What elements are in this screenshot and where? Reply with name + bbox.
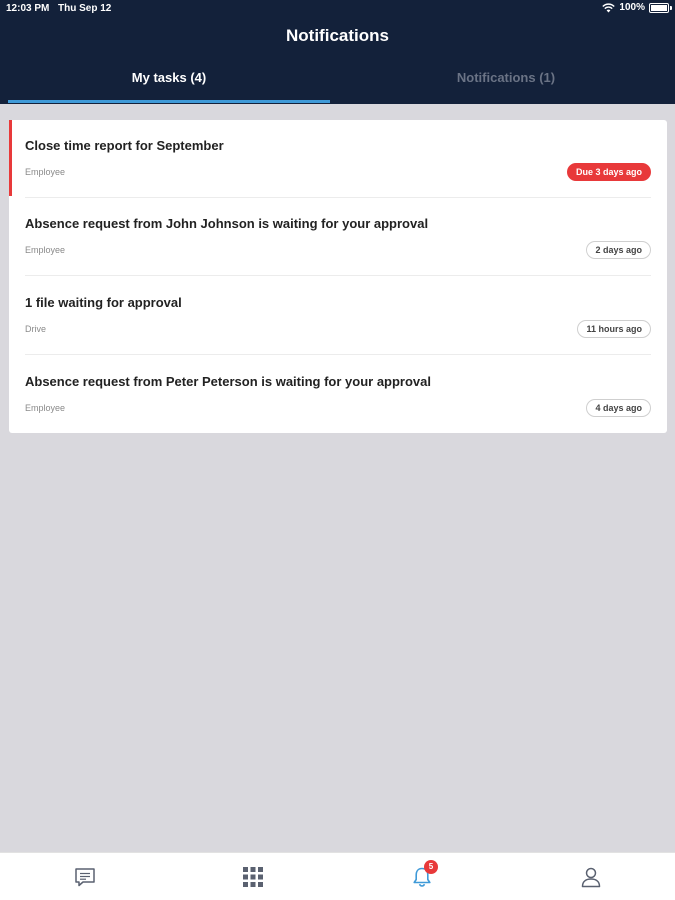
- nav-notifications[interactable]: 5: [410, 860, 438, 889]
- tab-notifications[interactable]: Notifications (1): [345, 70, 667, 104]
- task-title: Close time report for September: [25, 138, 224, 153]
- nav-profile[interactable]: [579, 865, 603, 889]
- bottom-navigation: 5: [0, 852, 675, 900]
- task-item[interactable]: Close time report for September Employee…: [9, 120, 667, 198]
- chat-icon: [75, 868, 95, 887]
- task-source: Employee: [25, 167, 66, 177]
- user-profile-icon: [581, 867, 601, 888]
- task-source: Employee: [25, 403, 66, 413]
- status-date: Thu Sep 12: [58, 3, 112, 14]
- tab-my-tasks[interactable]: My tasks (4): [8, 70, 330, 104]
- task-source: Employee: [25, 245, 66, 255]
- time-badge: 11 hours ago: [577, 320, 651, 338]
- task-item[interactable]: 1 file waiting for approval Drive 11 hou…: [9, 277, 667, 355]
- wifi-icon: [602, 2, 616, 12]
- task-list: Close time report for September Employee…: [9, 120, 667, 433]
- due-badge: Due 3 days ago: [566, 163, 651, 181]
- notification-count-badge: 5: [424, 860, 438, 874]
- task-title: Absence request from John Johnson is wai…: [25, 216, 429, 231]
- active-tab-indicator: [8, 100, 330, 103]
- time-badge: 4 days ago: [586, 399, 651, 417]
- nav-chat[interactable]: [73, 865, 97, 889]
- task-title: 1 file waiting for approval: [25, 295, 182, 310]
- task-source: Drive: [25, 324, 47, 334]
- header-bar: 12:03 PM Thu Sep 12 100% Notifications M…: [0, 0, 675, 104]
- divider: [25, 275, 651, 276]
- status-bar: 12:03 PM Thu Sep 12 100%: [0, 0, 675, 18]
- divider: [25, 354, 651, 355]
- status-time: 12:03 PM: [6, 3, 50, 14]
- task-item[interactable]: Absence request from John Johnson is wai…: [9, 198, 667, 276]
- battery-percent: 100%: [619, 2, 645, 13]
- nav-apps[interactable]: [241, 865, 265, 889]
- apps-grid-icon: [243, 867, 263, 887]
- task-title: Absence request from Peter Peterson is w…: [25, 374, 431, 389]
- time-badge: 2 days ago: [586, 241, 651, 259]
- status-indicators: 100%: [602, 2, 672, 13]
- overdue-indicator: [9, 120, 12, 196]
- page-title: Notifications: [286, 26, 389, 45]
- battery-icon: [649, 2, 672, 13]
- task-item[interactable]: Absence request from Peter Peterson is w…: [9, 356, 667, 434]
